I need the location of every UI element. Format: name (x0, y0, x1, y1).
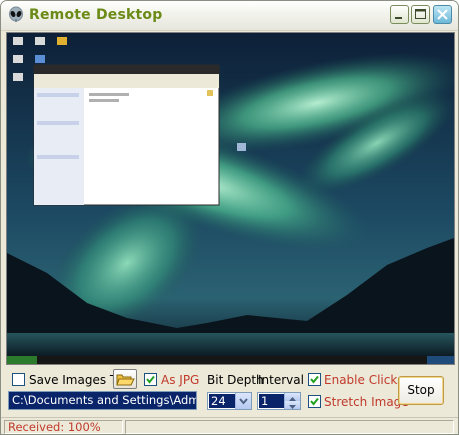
enable-clicks-label[interactable]: Enable Clicks (324, 373, 404, 387)
as-jpg-checkbox[interactable] (144, 373, 157, 386)
save-images-checkbox[interactable] (12, 373, 25, 386)
browse-folder-button[interactable] (113, 369, 137, 389)
close-icon (437, 9, 448, 20)
maximize-button[interactable] (411, 5, 430, 24)
enable-clicks-checkbox[interactable] (308, 373, 321, 386)
remote-desktop-image (7, 33, 454, 364)
stretch-image-checkbox[interactable] (308, 395, 321, 408)
as-jpg-label[interactable]: As JPG (161, 373, 199, 387)
status-panel (125, 420, 454, 434)
chevron-down-icon[interactable] (235, 393, 251, 409)
window-title: Remote Desktop (29, 7, 163, 23)
save-path-field[interactable]: C:\Documents and Settings\Administr (8, 391, 197, 410)
title-bar[interactable]: Remote Desktop (1, 1, 458, 31)
remote-desktop-window: Remote Desktop Save Images To As JPG Bit… (0, 0, 459, 435)
remote-screen-view[interactable] (6, 32, 455, 365)
checkmark-icon (310, 397, 319, 406)
bit-depth-select[interactable]: 24 (207, 392, 252, 410)
stretch-image-label[interactable]: Stretch Image (324, 395, 409, 409)
interval-value: 1 (259, 394, 285, 408)
open-folder-icon (116, 374, 135, 386)
save-images-label[interactable]: Save Images To (29, 373, 123, 387)
received-status: Received: 100% (4, 420, 123, 434)
bit-depth-value: 24 (209, 394, 238, 408)
minimize-icon (395, 17, 402, 19)
interval-label: Interval (258, 373, 304, 387)
checkmark-icon (310, 375, 319, 384)
capture-controls: Save Images To As JPG Bit Depth Interval… (1, 365, 458, 417)
increment-icon[interactable] (284, 393, 300, 401)
alien-head-icon (7, 6, 25, 24)
interval-stepper[interactable]: 1 (257, 392, 301, 410)
checkmark-icon (146, 375, 155, 384)
bit-depth-label: Bit Depth (207, 373, 264, 387)
status-bar: Received: 100% (1, 417, 458, 434)
close-button[interactable] (433, 5, 452, 24)
stop-button[interactable]: Stop (398, 376, 444, 405)
minimize-button[interactable] (390, 5, 409, 24)
maximize-icon (415, 9, 426, 19)
decrement-icon[interactable] (284, 401, 300, 409)
